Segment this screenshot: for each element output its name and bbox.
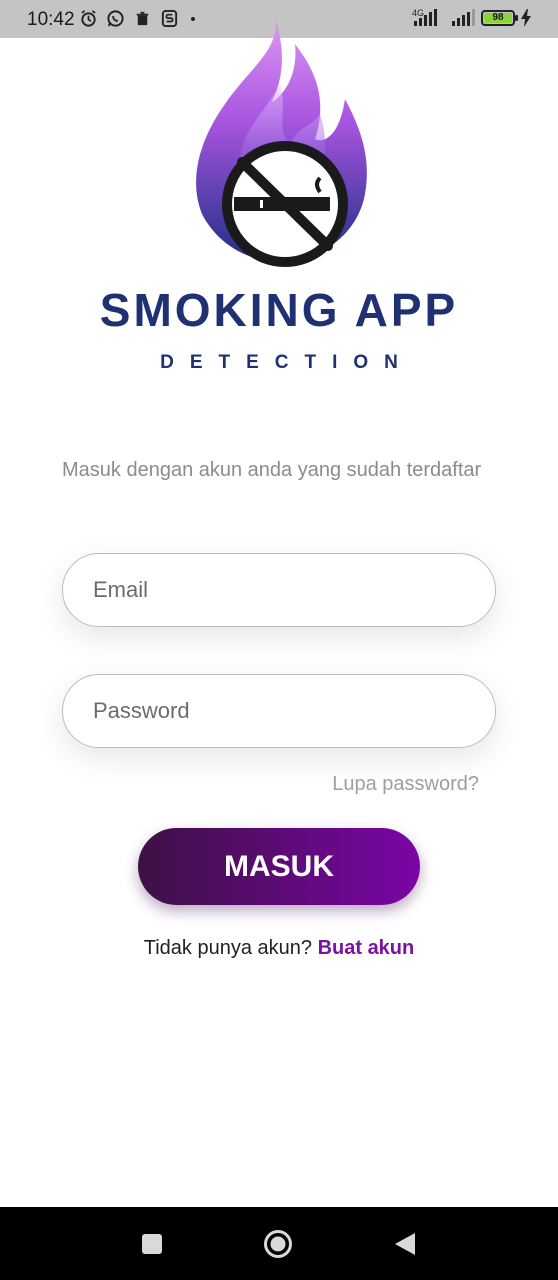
battery-level: 98: [484, 13, 512, 23]
password-field[interactable]: [93, 698, 495, 724]
status-time: 10:42: [27, 9, 75, 30]
back-icon: [395, 1233, 415, 1255]
signal-icon: [414, 9, 475, 26]
app-subtitle: DETECTION: [160, 352, 414, 373]
home-button[interactable]: [263, 1229, 293, 1259]
forgot-password-link[interactable]: Lupa password?: [332, 773, 479, 796]
login-intro-text: Masuk dengan akun anda yang sudah terdaf…: [62, 459, 482, 481]
s-app-icon: [161, 9, 178, 28]
battery-indicator: 98: [481, 10, 518, 26]
back-button[interactable]: [390, 1229, 420, 1259]
signup-prompt: Tidak punya akun? Buat akun: [0, 937, 558, 960]
alarm-icon: [81, 10, 96, 27]
no-smoking-flame-logo: [196, 4, 367, 267]
login-button[interactable]: MASUK: [138, 828, 420, 905]
signup-prompt-text: Tidak punya akun?: [143, 937, 312, 959]
recent-apps-button[interactable]: [137, 1229, 167, 1259]
app-title: SMOKING APP: [99, 284, 459, 336]
email-field[interactable]: [93, 577, 495, 603]
whatsapp-icon: [107, 10, 124, 27]
trash-icon: [136, 11, 149, 26]
system-nav-bar: [0, 1207, 558, 1280]
home-icon: [264, 1230, 292, 1258]
create-account-link[interactable]: Buat akun: [318, 937, 415, 959]
password-field-container: [62, 674, 496, 748]
charging-icon: [521, 9, 531, 27]
recent-apps-icon: [142, 1234, 162, 1254]
email-field-container: [62, 553, 496, 627]
